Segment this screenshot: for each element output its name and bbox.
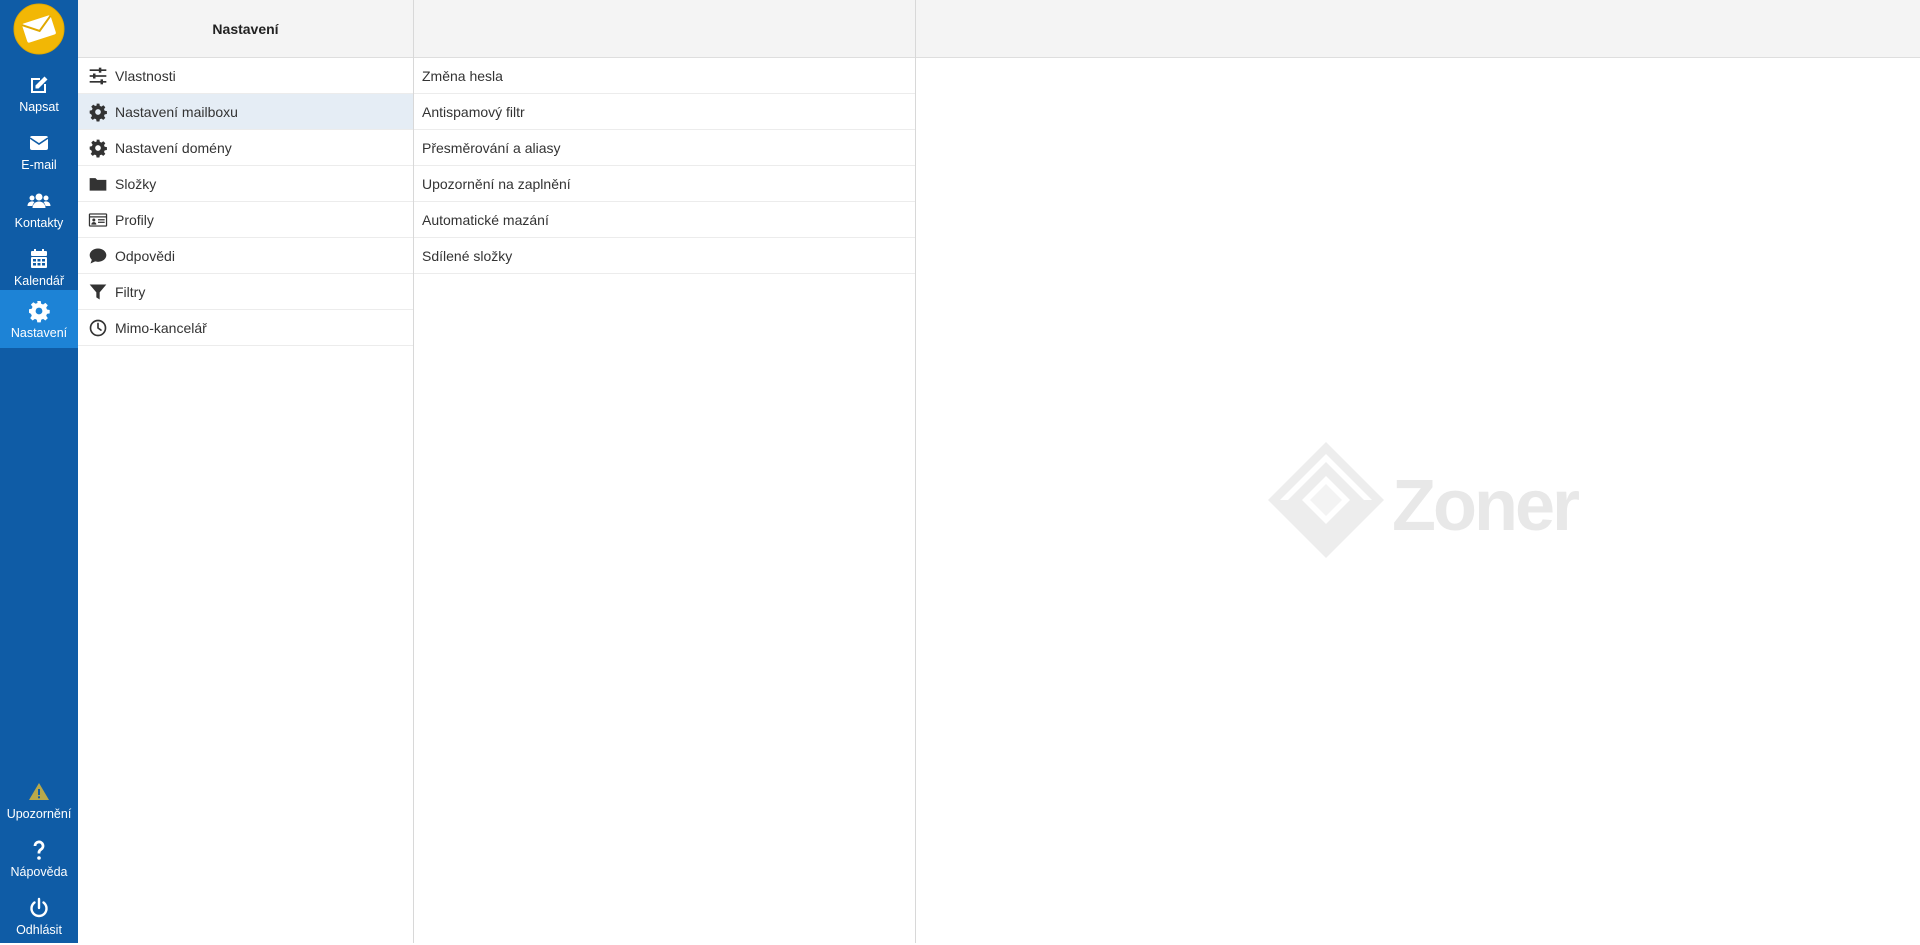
- folder-icon: [89, 177, 107, 191]
- sections-panel-header: [414, 0, 915, 58]
- users-icon: [27, 193, 51, 208]
- logout-label: Odhlásit: [16, 923, 62, 937]
- gear-icon: [89, 103, 107, 121]
- settings-item-label: Odpovědi: [115, 247, 175, 264]
- help-button[interactable]: Nápověda: [0, 829, 78, 887]
- section-item-shared-folders[interactable]: Sdílené složky: [414, 238, 915, 274]
- app-logo-icon: [13, 3, 65, 55]
- calendar-button[interactable]: Kalendář: [0, 238, 78, 296]
- calendar-icon: [31, 249, 47, 268]
- section-item-antispam[interactable]: Antispamový filtr: [414, 94, 915, 130]
- settings-item-responses[interactable]: Odpovědi: [78, 238, 413, 274]
- taskmenu: Napsat E-mail Kontakty Kalendář Nastaven…: [0, 0, 78, 943]
- settings-panel: Nastavení Vlastnosti Nastavení mailboxu …: [78, 0, 414, 943]
- clock-icon: [89, 319, 107, 336]
- compose-button[interactable]: Napsat: [0, 64, 78, 122]
- settings-item-label: Mimo-kancelář: [115, 319, 207, 336]
- settings-item-mailbox[interactable]: Nastavení mailboxu: [78, 94, 413, 130]
- section-item-auto-delete[interactable]: Automatické mazání: [414, 202, 915, 238]
- settings-panel-title: Nastavení: [78, 0, 413, 58]
- filter-icon: [89, 284, 107, 299]
- zoner-watermark: Zoner: [1268, 442, 1582, 558]
- envelope-icon: [29, 136, 49, 150]
- gear-icon: [89, 139, 107, 157]
- section-item-quota-warning[interactable]: Upozornění na zaplnění: [414, 166, 915, 202]
- question-icon: [33, 840, 45, 860]
- settings-item-domain[interactable]: Nastavení domény: [78, 130, 413, 166]
- watermark-text: Zoner: [1392, 466, 1579, 546]
- settings-item-label: Nastavení mailboxu: [115, 103, 238, 120]
- settings-item-label: Složky: [115, 175, 157, 192]
- comment-icon: [89, 248, 107, 263]
- notifications-button[interactable]: Upozornění: [0, 771, 78, 829]
- settings-label: Nastavení: [10, 326, 68, 340]
- settings-item-properties[interactable]: Vlastnosti: [78, 58, 413, 94]
- logout-button[interactable]: Odhlásit: [0, 887, 78, 945]
- sliders-icon: [89, 67, 107, 84]
- compose-label: Napsat: [19, 100, 59, 114]
- gear-icon: [29, 301, 50, 323]
- settings-item-label: Profily: [115, 211, 154, 228]
- warning-icon: [29, 783, 49, 800]
- section-item-forwarding[interactable]: Přesměrování a aliasy: [414, 130, 915, 166]
- settings-button[interactable]: Nastavení: [0, 290, 78, 348]
- section-item-password[interactable]: Změna hesla: [414, 58, 915, 94]
- help-label: Nápověda: [10, 865, 68, 879]
- settings-item-label: Vlastnosti: [115, 67, 176, 84]
- content-panel: Zoner: [916, 0, 1920, 943]
- settings-item-out-of-office[interactable]: Mimo-kancelář: [78, 310, 413, 346]
- sections-panel: Změna hesla Antispamový filtr Přesměrová…: [414, 0, 916, 943]
- settings-item-profiles[interactable]: Profily: [78, 202, 413, 238]
- settings-item-label: Filtry: [115, 283, 146, 300]
- settings-item-filters[interactable]: Filtry: [78, 274, 413, 310]
- id-card-icon: [88, 212, 108, 227]
- power-icon: [30, 897, 48, 918]
- contacts-label: Kontakty: [14, 216, 64, 230]
- compose-icon: [31, 76, 48, 93]
- calendar-label: Kalendář: [13, 274, 65, 288]
- settings-item-folders[interactable]: Složky: [78, 166, 413, 202]
- mail-label: E-mail: [21, 158, 57, 172]
- content-panel-header: [916, 0, 1920, 58]
- settings-item-label: Nastavení domény: [115, 139, 232, 156]
- contacts-button[interactable]: Kontakty: [0, 180, 78, 238]
- mail-button[interactable]: E-mail: [0, 122, 78, 180]
- notifications-label: Upozornění: [6, 807, 72, 821]
